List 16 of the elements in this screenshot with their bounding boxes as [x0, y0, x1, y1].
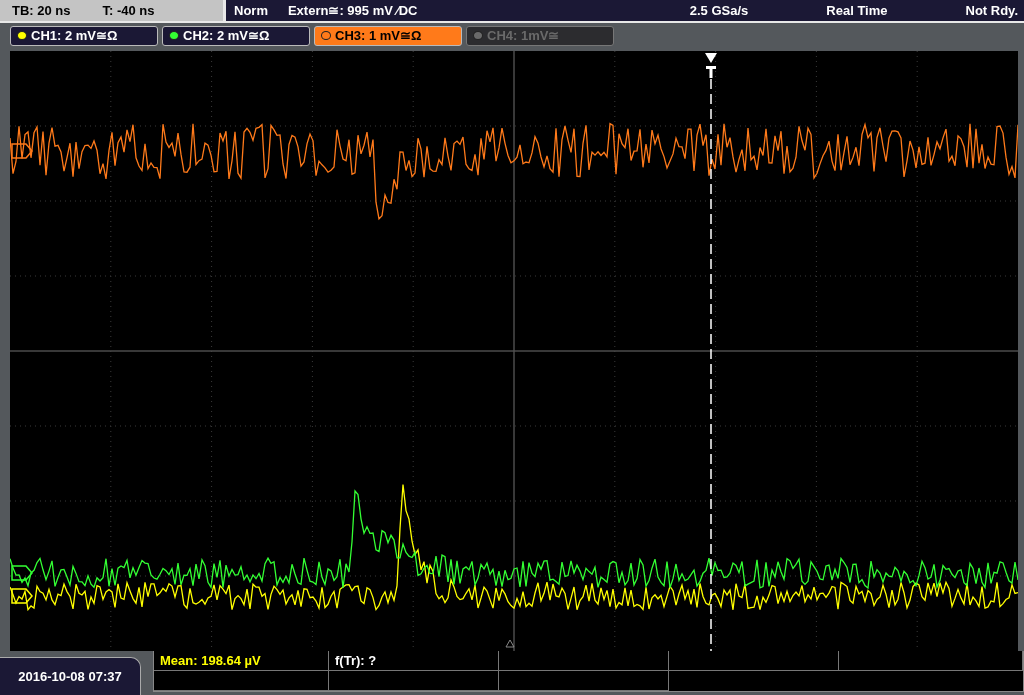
status-text: Not Rdy. — [965, 2, 1018, 18]
trigger-mode-text: Norm — [234, 2, 268, 18]
trigger-marker-icon[interactable] — [705, 53, 717, 78]
time-reference-icon — [505, 639, 515, 648]
measurement-cell: f(Tr): ? — [329, 651, 499, 671]
channel-tab[interactable]: CH1: 2 mV≅Ω — [10, 25, 158, 46]
channel-tab[interactable]: CH2: 2 mV≅Ω — [162, 25, 310, 46]
channel-marker-icon[interactable] — [11, 143, 33, 159]
trigger-offset-text: T: -40 ns — [102, 2, 155, 18]
acquisition-mode-text: Real Time — [826, 2, 888, 18]
channel-tab[interactable]: CH3: 1 mV≅Ω — [314, 25, 462, 46]
timebase-text: TB: 20 ns — [12, 2, 71, 18]
date-time-text: 2016-10-08 07:37 — [0, 657, 141, 695]
trigger-source-text: Extern≅: 995 mV ⁄DC — [287, 2, 418, 18]
measurement-cell: Mean: 198.64 µV — [154, 651, 329, 671]
sample-rate-text: 2.5 GSa/s — [689, 2, 749, 18]
